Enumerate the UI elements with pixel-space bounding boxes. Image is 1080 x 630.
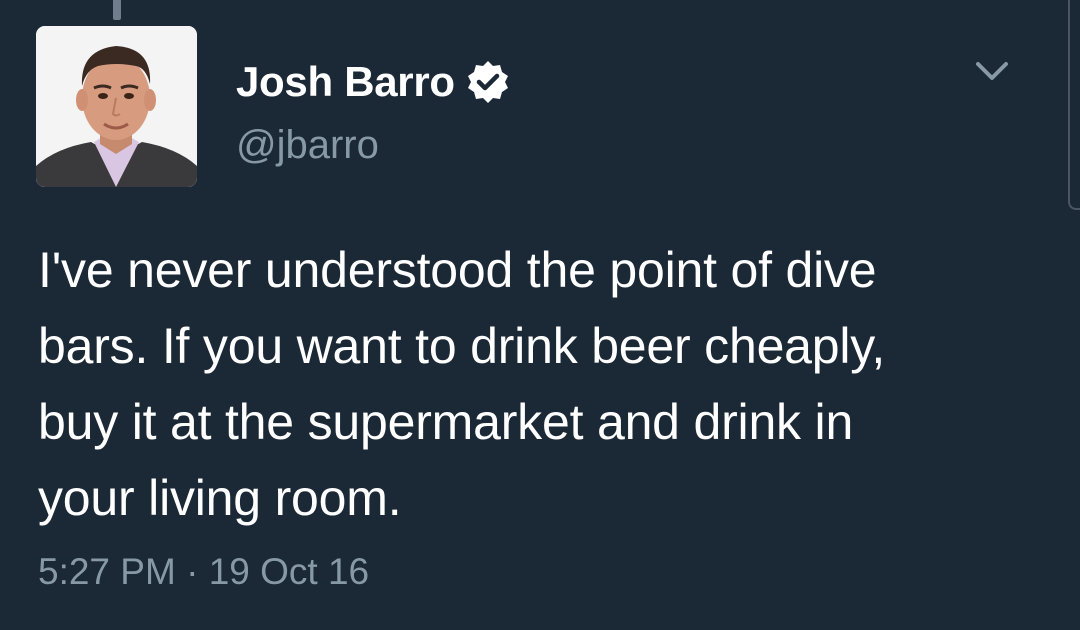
avatar[interactable] [36,26,197,187]
author-handle[interactable]: @jbarro [236,120,379,170]
tweet-text-line: I've never understood the point of dive [38,242,877,298]
scrollbar[interactable] [1068,0,1080,210]
thread-connector-line [113,0,121,20]
chevron-down-icon[interactable] [972,56,1012,86]
tweet-body: I've never understood the point of dive … [38,232,1038,536]
tweet-time: 5:27 PM [38,551,176,592]
tweet-text-line: bars. If you want to drink beer cheaply, [38,318,886,374]
tweet-text-line: your living room. [38,470,402,526]
verified-badge-icon [467,61,508,103]
author-display-name[interactable]: Josh Barro [236,54,455,110]
author-name-row[interactable]: Josh Barro [236,54,511,110]
tweet-timestamp[interactable]: 5:27 PM · 19 Oct 16 [38,548,369,596]
tweet-date: 19 Oct 16 [208,551,370,592]
profile-photo-icon [36,26,197,187]
tweet-text-line: buy it at the supermarket and drink in [38,394,854,450]
meta-separator: · [186,551,199,592]
